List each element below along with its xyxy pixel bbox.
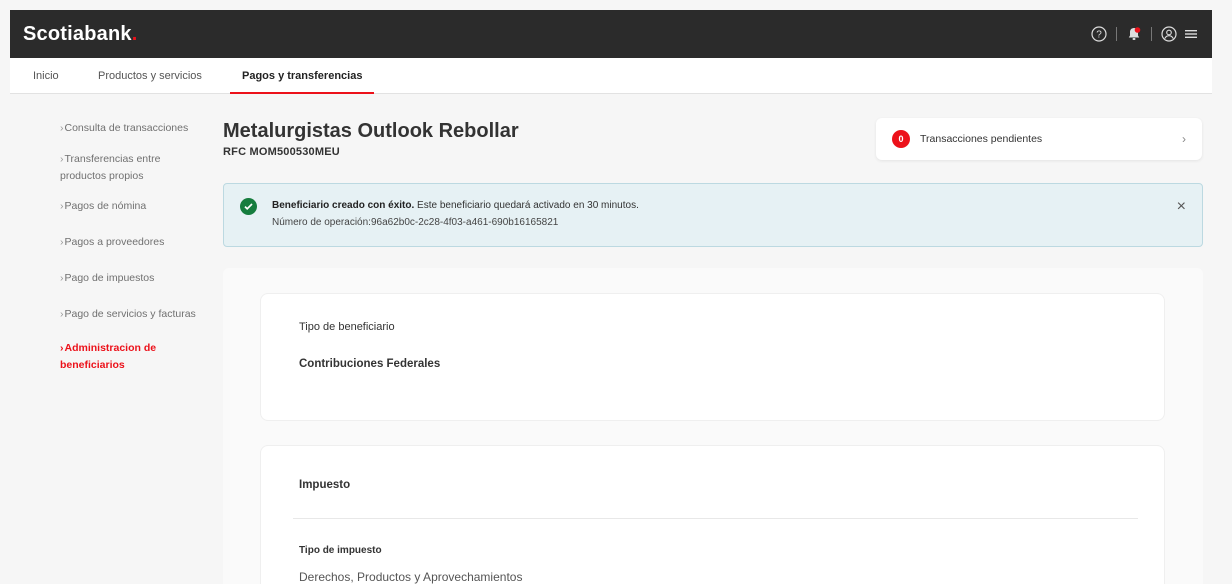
pending-transactions-card[interactable]: 0 Transacciones pendientes › — [876, 118, 1202, 160]
chevron-right-icon: › — [60, 342, 64, 354]
sidebar-item-transferencias[interactable]: ›Transferencias entre productos propios — [60, 151, 190, 185]
sidebar-item-nomina[interactable]: ›Pagos de nómina — [60, 198, 220, 215]
beneficiary-type-label: Tipo de beneficiario — [299, 321, 395, 333]
success-alert: Beneficiario creado con éxito. Este bene… — [223, 183, 1203, 247]
alert-message: Beneficiario creado con éxito. Este bene… — [272, 200, 639, 211]
tax-type-label: Tipo de impuesto — [299, 545, 382, 556]
tax-type-value: Derechos, Productos y Aprovechamientos — [299, 570, 523, 584]
user-icon[interactable] — [1158, 23, 1180, 45]
tax-card: Impuesto Tipo de impuesto Derechos, Prod… — [260, 445, 1165, 584]
chevron-right-icon: › — [60, 153, 64, 165]
beneficiary-type-card: Tipo de beneficiario Contribuciones Fede… — [260, 293, 1165, 421]
header-divider — [1116, 27, 1117, 41]
operation-number: Número de operación:96a62b0c-2c28-4f03-a… — [272, 217, 559, 228]
menu-icon[interactable] — [1180, 23, 1202, 45]
sidebar-item-consulta[interactable]: ›Consulta de transacciones — [60, 120, 220, 137]
sidebar-item-beneficiarios[interactable]: ›Administracion de beneficiarios — [60, 340, 180, 374]
rfc-label: RFC MOM500530MEU — [223, 146, 340, 158]
check-circle-icon — [240, 198, 257, 215]
header-actions: ? — [1088, 23, 1202, 45]
divider — [293, 518, 1138, 519]
svg-text:?: ? — [1096, 30, 1102, 41]
chevron-right-icon: › — [60, 308, 64, 320]
page-title: Metalurgistas Outlook Rebollar — [223, 120, 519, 142]
main-nav: Inicio Productos y servicios Pagos y tra… — [10, 58, 1212, 94]
header-divider — [1151, 27, 1152, 41]
top-bar: Scotiabank. ? — [10, 10, 1212, 58]
scotiabank-logo[interactable]: Scotiabank. — [23, 23, 137, 46]
nav-productos-servicios[interactable]: Productos y servicios — [98, 58, 202, 94]
tax-section-label: Impuesto — [299, 479, 351, 491]
sidebar-item-proveedores[interactable]: ›Pagos a proveedores — [60, 234, 220, 251]
nav-inicio[interactable]: Inicio — [33, 58, 59, 94]
chevron-right-icon: › — [60, 236, 64, 248]
beneficiary-type-value: Contribuciones Federales — [299, 358, 441, 370]
chevron-right-icon: › — [60, 200, 64, 212]
chevron-right-icon: › — [1182, 132, 1186, 146]
notification-icon[interactable] — [1123, 23, 1145, 45]
sidebar-menu: ›Consulta de transacciones ›Transferenci… — [60, 120, 220, 391]
sidebar-item-servicios[interactable]: ›Pago de servicios y facturas — [60, 306, 220, 323]
help-icon[interactable]: ? — [1088, 23, 1110, 45]
chevron-right-icon: › — [60, 122, 64, 134]
pending-count-badge: 0 — [892, 130, 910, 148]
chevron-right-icon: › — [60, 272, 64, 284]
nav-pagos-transferencias[interactable]: Pagos y transferencias — [230, 58, 375, 94]
pending-label: Transacciones pendientes — [920, 133, 1043, 145]
beneficiary-details: Tipo de beneficiario Contribuciones Fede… — [223, 268, 1203, 584]
close-icon[interactable]: × — [1177, 198, 1186, 216]
sidebar-item-impuestos[interactable]: ›Pago de impuestos — [60, 270, 220, 287]
